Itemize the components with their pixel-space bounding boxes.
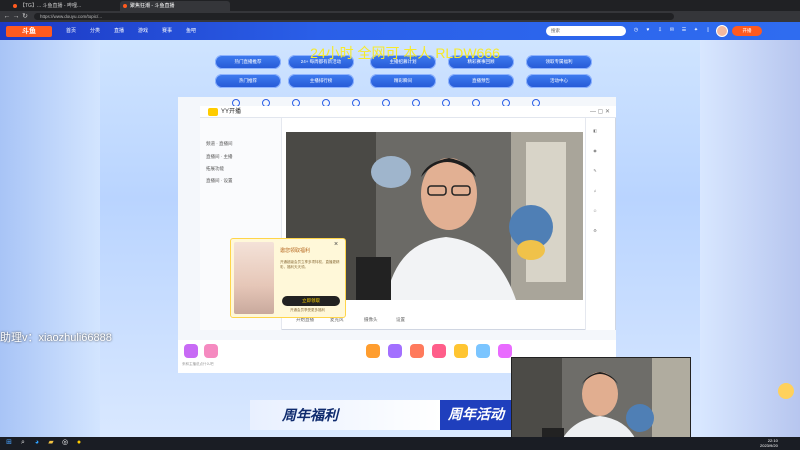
yy-app-name: YY开播 — [221, 109, 242, 115]
background-art-right — [700, 40, 800, 437]
nav-home[interactable]: 首页 — [66, 27, 76, 36]
chrome-icon[interactable]: ◎ — [60, 438, 70, 448]
event-label: 周年活动 — [448, 406, 504, 422]
banner-button[interactable]: 直播预告 — [448, 74, 514, 88]
toolbar-icon[interactable]: ◧ — [589, 126, 601, 136]
promo-title: 邀您领取福利 — [280, 248, 311, 254]
gift-item[interactable] — [476, 344, 490, 358]
edge-icon[interactable]: ◕ — [32, 438, 42, 448]
start-live-button[interactable]: 开播 — [732, 26, 762, 36]
close-icon[interactable]: × — [332, 241, 340, 249]
promo-footnote: 开通会员享受更多福利 — [290, 308, 325, 312]
gift-item[interactable] — [204, 344, 218, 358]
tab-label: 聚焦狂潮 - 斗鱼直播 — [130, 3, 175, 9]
promo-text: 开通超级会员立享多项特权，直播更精彩，福利天天领。 — [280, 260, 340, 269]
clock-date: 2023/9/20 — [760, 443, 778, 448]
forward-icon[interactable]: → — [12, 12, 20, 21]
promo-claim-button[interactable]: 立即领取 — [282, 296, 340, 306]
yy-taskbar-icon[interactable]: ● — [74, 438, 84, 448]
browser-tab[interactable]: 【TG】... 斗鱼直播 - 哔哩... — [10, 1, 118, 11]
reload-icon[interactable]: ↻ — [21, 12, 29, 21]
gift-item[interactable] — [498, 344, 512, 358]
system-clock: 22:10 2023/9/20 — [760, 438, 778, 448]
nav-category[interactable]: 分类 — [90, 27, 100, 36]
taskbar — [0, 437, 800, 450]
task-icon[interactable]: ☰ — [680, 26, 688, 34]
camera-control[interactable]: 摄像头 — [364, 316, 378, 323]
follow-icon[interactable]: ♥ — [644, 26, 652, 34]
toolbar-icon[interactable]: ⚙ — [589, 226, 601, 236]
banner-button[interactable]: 热门推荐 — [215, 74, 281, 88]
browser-tab-active[interactable]: 聚焦狂潮 - 斗鱼直播 — [120, 1, 230, 11]
history-icon[interactable]: ◷ — [632, 26, 640, 34]
banner-button[interactable]: 精彩瞬间 — [370, 74, 436, 88]
message-icon[interactable]: ✉ — [668, 26, 676, 34]
gift-item[interactable] — [432, 344, 446, 358]
promo-image — [234, 242, 274, 314]
gift-item[interactable] — [454, 344, 468, 358]
settings-control[interactable]: 设置 — [396, 316, 405, 323]
avatar[interactable] — [716, 25, 728, 37]
download-icon[interactable]: ⇩ — [656, 26, 664, 34]
sidebar-item[interactable]: 频道 · 直播间 — [206, 141, 233, 147]
gift-item[interactable] — [410, 344, 424, 358]
toolbar-icon[interactable]: ♫ — [589, 186, 601, 196]
yy-logo-icon — [208, 108, 218, 116]
overlay-contact-text: 24小时 全网可 本人 RLDW666 — [310, 45, 500, 61]
contact-overlay: 助理v：xiaozhuli66888 — [0, 332, 112, 344]
start-menu-icon[interactable]: ⊞ — [4, 438, 14, 448]
nav-games[interactable]: 游戏 — [138, 27, 148, 36]
back-icon[interactable]: ← — [3, 12, 11, 21]
sidebar-item[interactable]: 拓展功能 — [206, 166, 224, 172]
nav-live[interactable]: 直播 — [114, 27, 124, 36]
folder-icon[interactable]: ▰ — [46, 438, 56, 448]
nav-events[interactable]: 赛事 — [162, 27, 172, 36]
mobile-icon[interactable]: ▯ — [704, 26, 712, 34]
anniversary-banner[interactable] — [250, 400, 440, 430]
chat-input[interactable]: 来和主播说点什么吧 — [182, 362, 214, 367]
window-controls-icon[interactable]: — ▢ ✕ — [580, 108, 610, 116]
banner-button[interactable]: 活动中心 — [526, 74, 592, 88]
floating-reward-icon[interactable] — [778, 383, 794, 399]
sidebar-item[interactable]: 直播间 · 主播 — [206, 154, 233, 160]
gift-item[interactable] — [184, 344, 198, 358]
site-logo[interactable]: 斗鱼 — [6, 26, 52, 37]
search-icon[interactable]: ⌕ — [18, 438, 28, 448]
gift-item[interactable] — [388, 344, 402, 358]
gift-item[interactable] — [366, 344, 380, 358]
anniversary-label: 周年福利 — [282, 407, 338, 423]
banner-button[interactable]: 主播排行榜 — [288, 74, 354, 88]
toolbar-icon[interactable]: ✎ — [589, 166, 601, 176]
yy-title-bar — [200, 106, 616, 118]
background-art-left — [0, 40, 100, 437]
toolbar-icon[interactable]: ☺ — [589, 206, 601, 216]
douyu-favicon-icon — [13, 4, 17, 8]
url-field[interactable]: https://www.douyu.com/topic/... — [34, 13, 674, 20]
tab-label: 【TG】... 斗鱼直播 - 哔哩... — [20, 3, 82, 9]
nav-fishbar[interactable]: 鱼吧 — [186, 27, 196, 36]
search-input[interactable]: 搜索 — [546, 26, 626, 36]
toolbar-icon[interactable]: ◉ — [589, 146, 601, 156]
douyu-favicon-icon — [123, 4, 127, 8]
gift-icon[interactable]: ✦ — [692, 26, 700, 34]
sidebar-item[interactable]: 直播间 · 设置 — [206, 178, 233, 184]
